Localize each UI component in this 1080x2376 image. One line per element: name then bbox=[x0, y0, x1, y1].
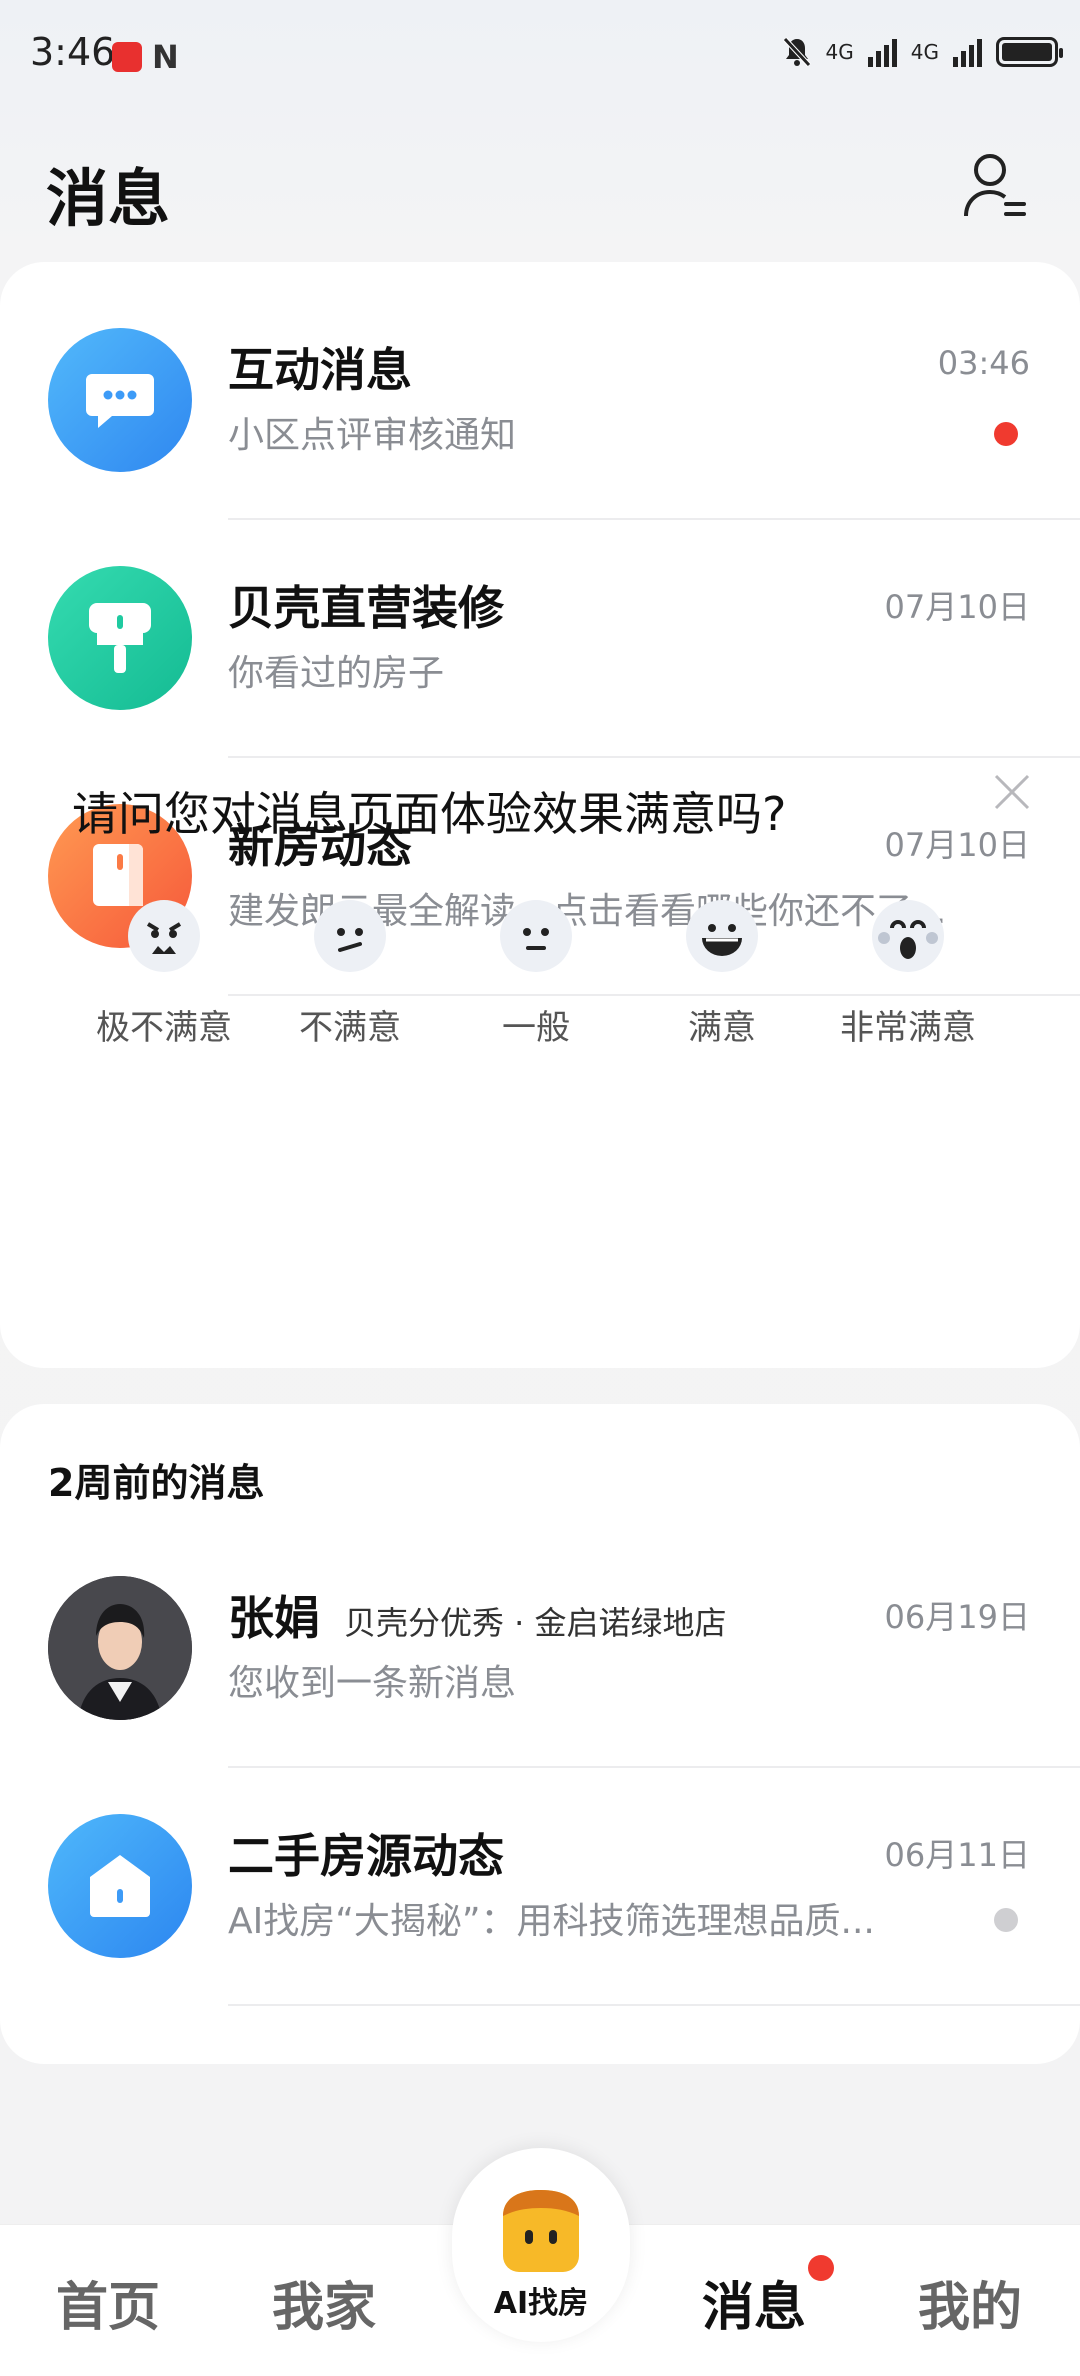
angry-face-icon bbox=[128, 900, 200, 972]
divider bbox=[228, 2004, 1080, 2006]
survey-option-neutral[interactable]: 一般 bbox=[446, 900, 626, 1049]
paint-roller-icon bbox=[48, 566, 192, 710]
chat-bubble-icon bbox=[48, 328, 192, 472]
page-title: 消息 bbox=[46, 162, 171, 235]
status-indicators: 4G 4G bbox=[782, 36, 1063, 68]
mascot-icon bbox=[503, 2190, 579, 2272]
app-notification-icon bbox=[112, 42, 142, 72]
status-bar: 3:46 N 4G 4G bbox=[0, 0, 1080, 120]
contacts-button[interactable] bbox=[962, 150, 1028, 220]
survey-close-button[interactable] bbox=[982, 762, 1042, 822]
message-row-secondhand[interactable]: 二手房源动态 AI找房“大揭秘”：用科技筛选理想品质... 06月11日 bbox=[0, 1768, 1080, 2006]
section-title: 2周前的消息 bbox=[48, 1461, 265, 1505]
grin-face-icon bbox=[686, 900, 758, 972]
message-time: 07月10日 bbox=[884, 588, 1030, 626]
confused-face-icon bbox=[314, 900, 386, 972]
unread-badge bbox=[994, 422, 1018, 446]
older-messages-card: 2周前的消息 张娟 贝壳分优秀 · 金启诺绿地店 您收到一条新消息 06月19日… bbox=[0, 1404, 1080, 2064]
house-icon bbox=[48, 1814, 192, 1958]
message-title: 贝壳直营装修 bbox=[228, 581, 504, 635]
network-4g-label-2: 4G bbox=[910, 40, 939, 64]
nav-home[interactable]: 首页 bbox=[56, 2265, 160, 2340]
survey-question: 请问您对消息页面体验效果满意吗? bbox=[72, 787, 787, 841]
excited-face-icon bbox=[872, 900, 944, 972]
survey-option-very-dissatisfied[interactable]: 极不满意 bbox=[74, 900, 254, 1049]
nav-messages[interactable]: 消息 bbox=[702, 2265, 806, 2340]
survey-option-label: 不满意 bbox=[299, 1008, 401, 1048]
message-title: 二手房源动态 bbox=[228, 1829, 504, 1883]
nav-ai-label: AI找房 bbox=[493, 2286, 589, 2321]
survey-option-very-satisfied[interactable]: 非常满意 bbox=[818, 900, 998, 1049]
message-title: 互动消息 bbox=[228, 343, 412, 397]
nav-messages-badge bbox=[808, 2255, 834, 2281]
message-time: 03:46 bbox=[937, 344, 1030, 382]
signal-icon bbox=[867, 37, 897, 67]
survey-option-label: 一般 bbox=[502, 1008, 570, 1048]
agent-name: 张娟 bbox=[228, 1591, 320, 1645]
agent-tags: 贝壳分优秀 · 金启诺绿地店 bbox=[344, 1604, 727, 1642]
signal-icon-2 bbox=[953, 37, 982, 67]
message-subtitle: 你看过的房子 bbox=[228, 653, 445, 694]
close-icon bbox=[994, 774, 1030, 810]
survey-option-label: 满意 bbox=[688, 1008, 756, 1048]
neutral-face-icon bbox=[500, 900, 572, 972]
nav-my-home[interactable]: 我家 bbox=[272, 2265, 376, 2340]
survey-options: 极不满意 不满意 一般 满意 非常满意 bbox=[0, 900, 1080, 1080]
status-time: 3:46 bbox=[30, 30, 116, 74]
message-row-interaction[interactable]: 互动消息 小区点评审核通知 03:46 bbox=[0, 282, 1080, 520]
nav-mine[interactable]: 我的 bbox=[918, 2265, 1022, 2340]
message-time: 06月19日 bbox=[884, 1598, 1030, 1636]
network-4g-label: 4G bbox=[825, 40, 854, 64]
messages-card: 互动消息 小区点评审核通知 03:46 贝壳直营装修 你看过的房子 07月10日 bbox=[0, 262, 1080, 1368]
survey-option-label: 非常满意 bbox=[840, 1008, 976, 1048]
message-subtitle: 小区点评审核通知 bbox=[228, 415, 517, 456]
message-subtitle: AI找房“大揭秘”：用科技筛选理想品质... bbox=[228, 1901, 875, 1942]
message-row-renovation[interactable]: 贝壳直营装修 你看过的房子 07月10日 bbox=[0, 520, 1080, 758]
message-row-agent[interactable]: 张娟 贝壳分优秀 · 金启诺绿地店 您收到一条新消息 06月19日 bbox=[0, 1530, 1080, 1768]
message-subtitle: 您收到一条新消息 bbox=[228, 1663, 517, 1704]
survey-option-satisfied[interactable]: 满意 bbox=[632, 900, 812, 1049]
read-indicator-dot bbox=[994, 1908, 1018, 1932]
mute-bell-icon bbox=[782, 37, 811, 67]
agent-avatar bbox=[48, 1576, 192, 1720]
message-time: 06月11日 bbox=[884, 1836, 1030, 1874]
battery-icon bbox=[996, 37, 1063, 67]
nfc-icon: N bbox=[152, 38, 179, 76]
nav-ai-find-home[interactable]: AI找房 bbox=[452, 2148, 630, 2342]
user-list-icon bbox=[964, 154, 1026, 217]
message-time: 07月10日 bbox=[884, 826, 1030, 864]
survey-option-dissatisfied[interactable]: 不满意 bbox=[260, 900, 440, 1049]
survey-option-label: 极不满意 bbox=[96, 1008, 232, 1048]
